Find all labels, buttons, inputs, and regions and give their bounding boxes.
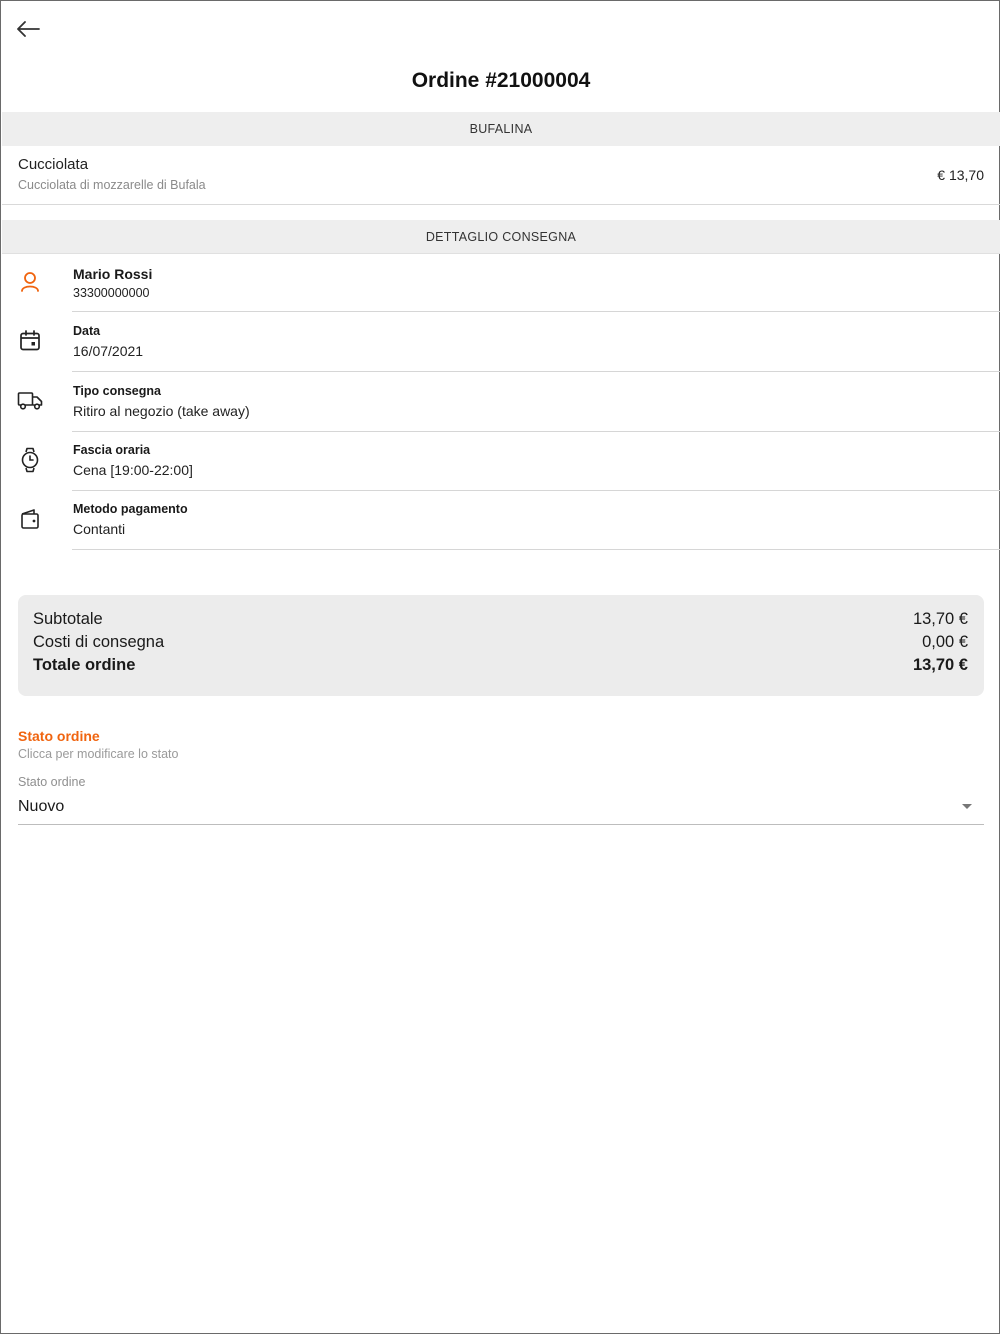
wallet-icon — [16, 505, 44, 533]
time-slot-label: Fascia oraria — [73, 443, 151, 457]
truck-icon — [16, 387, 44, 415]
customer-phone: 33300000000 — [73, 286, 150, 300]
date-value: 16/07/2021 — [73, 343, 144, 359]
subtotal-value: 13,70 € — [912, 610, 968, 628]
order-status-select[interactable]: Nuovo — [18, 793, 984, 825]
time-slot-row: Fascia oraria Cena [19:00-22:00] — [2, 431, 1000, 491]
date-label: Data — [73, 324, 101, 338]
product-name: Cucciolata — [18, 156, 89, 173]
product-row[interactable]: Cucciolata Cucciolata di mozzarelle di B… — [2, 146, 1000, 205]
payment-label: Metodo pagamento — [73, 502, 188, 516]
product-description: Cucciolata di mozzarelle di Bufala — [18, 178, 206, 192]
order-totals: Subtotale 13,70 € Costi di consegna 0,00… — [18, 595, 984, 696]
section-header-delivery: DETTAGLIO CONSEGNA — [2, 220, 1000, 254]
order-status-title: Stato ordine — [18, 728, 100, 744]
calendar-icon — [16, 327, 44, 355]
watch-icon — [16, 446, 44, 474]
total-value: 13,70 € — [912, 656, 968, 674]
order-status-hint: Clicca per modificare lo stato — [18, 747, 179, 761]
customer-row: Mario Rossi 33300000000 — [2, 254, 1000, 312]
user-icon — [16, 268, 44, 296]
time-slot-value: Cena [19:00-22:00] — [73, 462, 193, 478]
date-row: Data 16/07/2021 — [2, 312, 1000, 372]
total-label: Totale ordine — [33, 656, 136, 674]
back-button[interactable] — [13, 15, 43, 43]
product-price: € 13,70 — [937, 167, 984, 183]
delivery-type-row: Tipo consegna Ritiro al negozio (take aw… — [2, 372, 1000, 432]
order-status-select-label: Stato ordine — [18, 775, 86, 789]
payment-row: Metodo pagamento Contanti — [2, 490, 1000, 550]
subtotal-label: Subtotale — [33, 610, 103, 628]
order-status-selected: Nuovo — [18, 798, 65, 815]
customer-name: Mario Rossi — [73, 266, 153, 282]
delivery-cost-label: Costi di consegna — [33, 633, 165, 651]
page-title: Ordine #21000004 — [411, 69, 591, 92]
caret-down-icon — [962, 804, 972, 809]
delivery-type-value: Ritiro al negozio (take away) — [73, 403, 250, 419]
app-screen: Ordine #21000004 BUFALINA Cucciolata Cuc… — [0, 0, 1000, 1334]
section-header-products: BUFALINA — [2, 112, 1000, 146]
delivery-type-label: Tipo consegna — [73, 384, 161, 398]
arrow-left-icon — [17, 21, 40, 37]
payment-value: Contanti — [73, 521, 126, 537]
delivery-cost-value: 0,00 € — [922, 633, 968, 651]
